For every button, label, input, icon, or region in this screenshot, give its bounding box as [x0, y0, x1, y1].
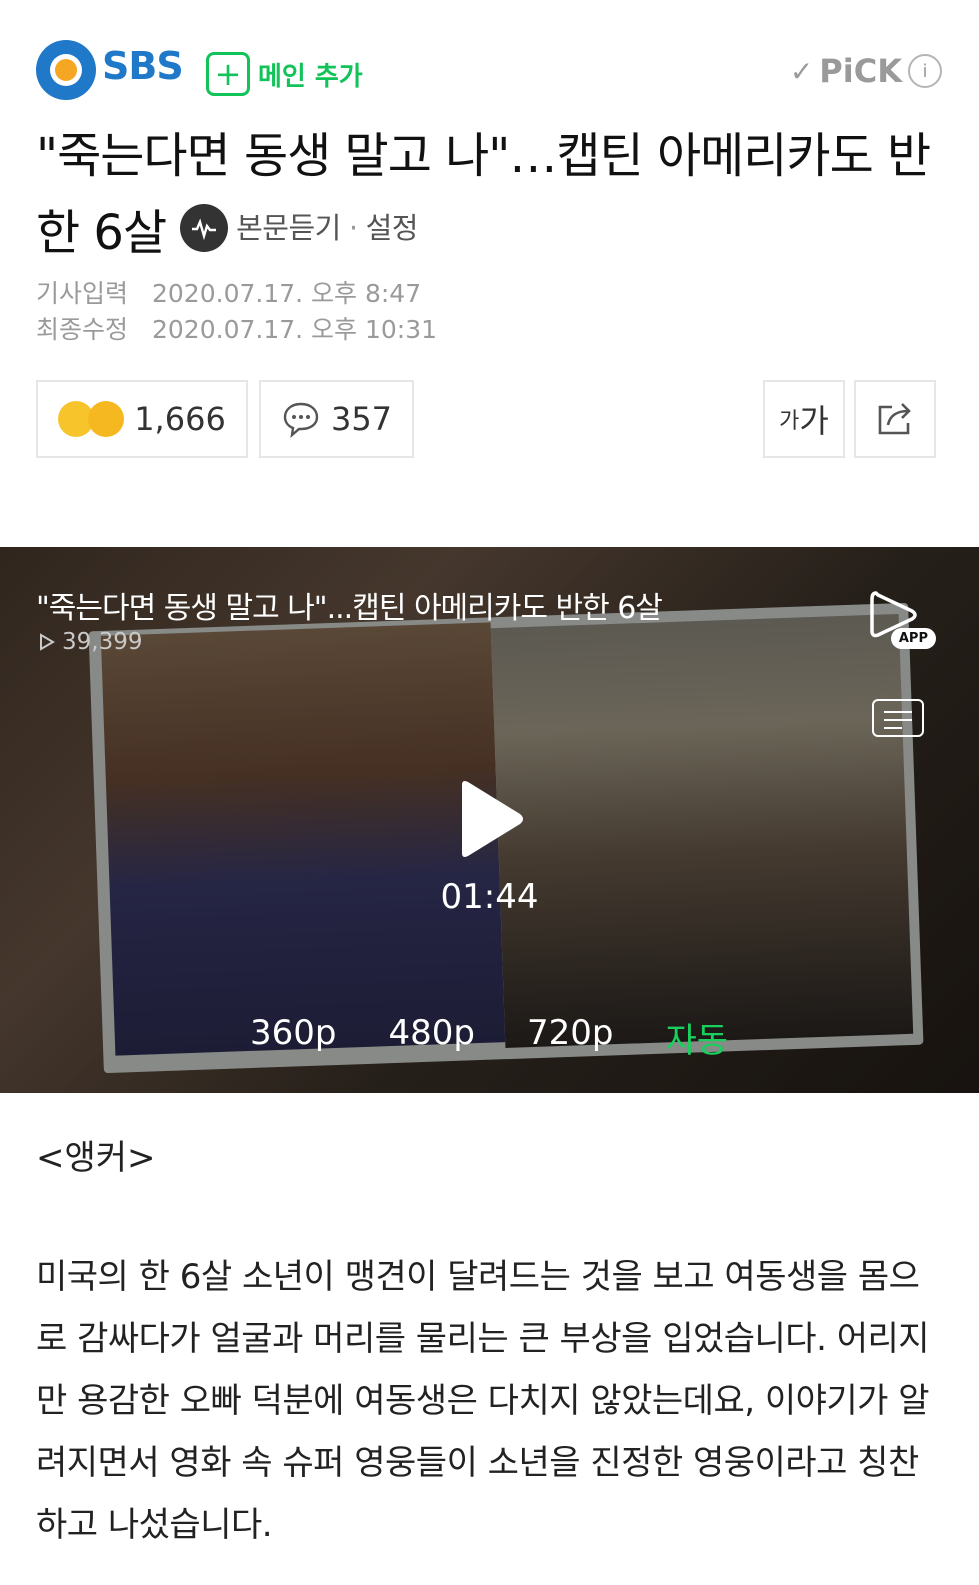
sad-face-icon — [88, 401, 125, 437]
video-title: "죽는다면 동생 말고 나"...캡틴 아메리카도 반한 6살 — [36, 591, 663, 626]
article-actions: 1,666 357 가가 — [36, 380, 942, 458]
brand-name[interactable]: SBS — [102, 44, 184, 88]
play-icon — [462, 781, 523, 857]
comment-button[interactable]: 357 — [259, 380, 414, 458]
video-views: 39,399 — [38, 629, 142, 655]
settings-link[interactable]: 설정 — [366, 192, 419, 264]
font-size-button[interactable]: 가가 — [763, 380, 845, 458]
pick-badge: ✓ PiCK i — [790, 52, 942, 90]
quality-360p[interactable]: 360p — [250, 1013, 336, 1062]
pick-label: PiCK — [819, 52, 902, 90]
add-main-label: 메인 추가 — [258, 61, 363, 92]
quality-auto[interactable]: 자동 — [665, 1013, 728, 1062]
separator-dot: · — [348, 211, 358, 245]
plus-square-icon: + — [206, 52, 250, 96]
video-player[interactable]: "죽는다면 동생 말고 나"...캡틴 아메리카도 반한 6살 39,399 A… — [0, 547, 979, 1093]
reaction-emoji-icon — [58, 401, 125, 437]
article-title-text: "죽는다면 동생 말고 나"…캡틴 아메리카도 반한 6살 — [36, 128, 931, 261]
press-header: SBS + 메인 추가 ✓ PiCK i — [36, 38, 942, 100]
sbs-logo[interactable] — [36, 40, 96, 100]
reaction-count: 1,666 — [134, 400, 226, 438]
info-icon[interactable]: i — [908, 54, 942, 88]
open-app-button[interactable]: APP — [866, 587, 936, 653]
comment-bubble-icon — [283, 402, 319, 438]
modified-value: 2020.07.17. 오후 10:31 — [152, 315, 438, 344]
article-dates: 기사입력 2020.07.17. 오후 8:47 최종수정 2020.07.17. … — [36, 276, 437, 348]
tts-speaker-icon[interactable] — [180, 204, 229, 252]
check-icon: ✓ — [789, 54, 814, 88]
reaction-button[interactable]: 1,666 — [36, 380, 248, 458]
app-badge: APP — [890, 628, 936, 649]
published-row: 기사입력 2020.07.17. 오후 8:47 — [36, 276, 437, 312]
font-large-glyph: 가 — [799, 402, 829, 440]
quality-720p[interactable]: 720p — [527, 1013, 613, 1062]
add-main-button[interactable]: + 메인 추가 — [206, 52, 363, 96]
article-title: "죽는다면 동생 말고 나"…캡틴 아메리카도 반한 6살 본문듣기 · 설정 — [36, 120, 942, 269]
video-duration: 01:44 — [440, 877, 539, 917]
view-count: 39,399 — [62, 629, 143, 655]
play-count-icon — [40, 633, 55, 651]
video-menu-button[interactable] — [872, 699, 924, 737]
anchor-label: <앵커> — [36, 1138, 156, 1178]
modified-row: 최종수정 2020.07.17. 오후 10:31 — [36, 312, 437, 348]
article-body: 미국의 한 6살 소년이 맹견이 달려드는 것을 보고 여동생을 몸으로 감싸다… — [36, 1257, 930, 1545]
listen-control[interactable]: 본문듣기 · 설정 — [180, 192, 418, 264]
quality-selector: 360p 480p 720p 자동 — [250, 1013, 728, 1062]
quality-480p[interactable]: 480p — [388, 1013, 474, 1062]
share-icon — [878, 403, 911, 435]
comment-count: 357 — [330, 400, 393, 438]
font-small-glyph: 가 — [779, 409, 800, 434]
share-button[interactable] — [854, 380, 936, 458]
modified-label: 최종수정 — [36, 315, 129, 344]
published-value: 2020.07.17. 오후 8:47 — [152, 279, 422, 308]
published-label: 기사입력 — [36, 279, 129, 308]
listen-label[interactable]: 본문듣기 — [236, 192, 341, 264]
play-button[interactable] — [456, 779, 526, 859]
